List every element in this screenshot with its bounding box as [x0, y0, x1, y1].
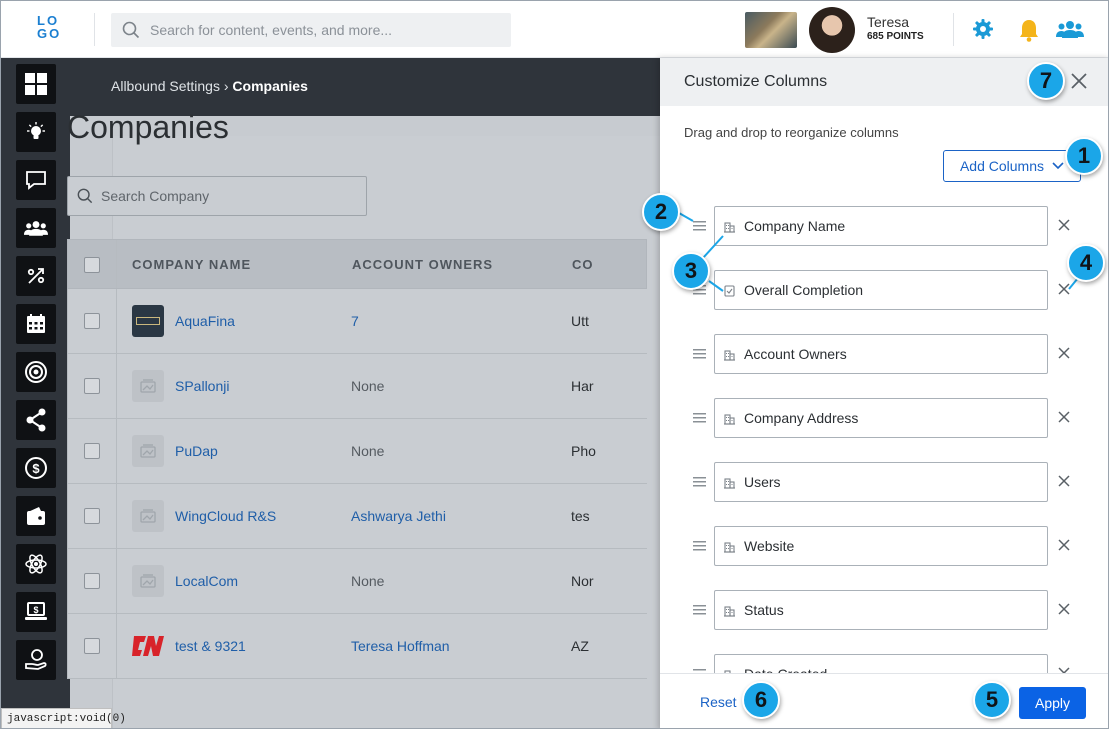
callout-7: 7: [1027, 62, 1065, 100]
callout-4: 4: [1067, 244, 1105, 282]
app-window: LO GO Teresa 685 POINTS: [0, 0, 1109, 729]
callout-6: 6: [742, 681, 780, 719]
callout-leaders: [678, 212, 1079, 292]
callout-2: 2: [642, 193, 680, 231]
callout-5: 5: [973, 681, 1011, 719]
callout-3: 3: [672, 252, 710, 290]
callout-1: 1: [1065, 137, 1103, 175]
